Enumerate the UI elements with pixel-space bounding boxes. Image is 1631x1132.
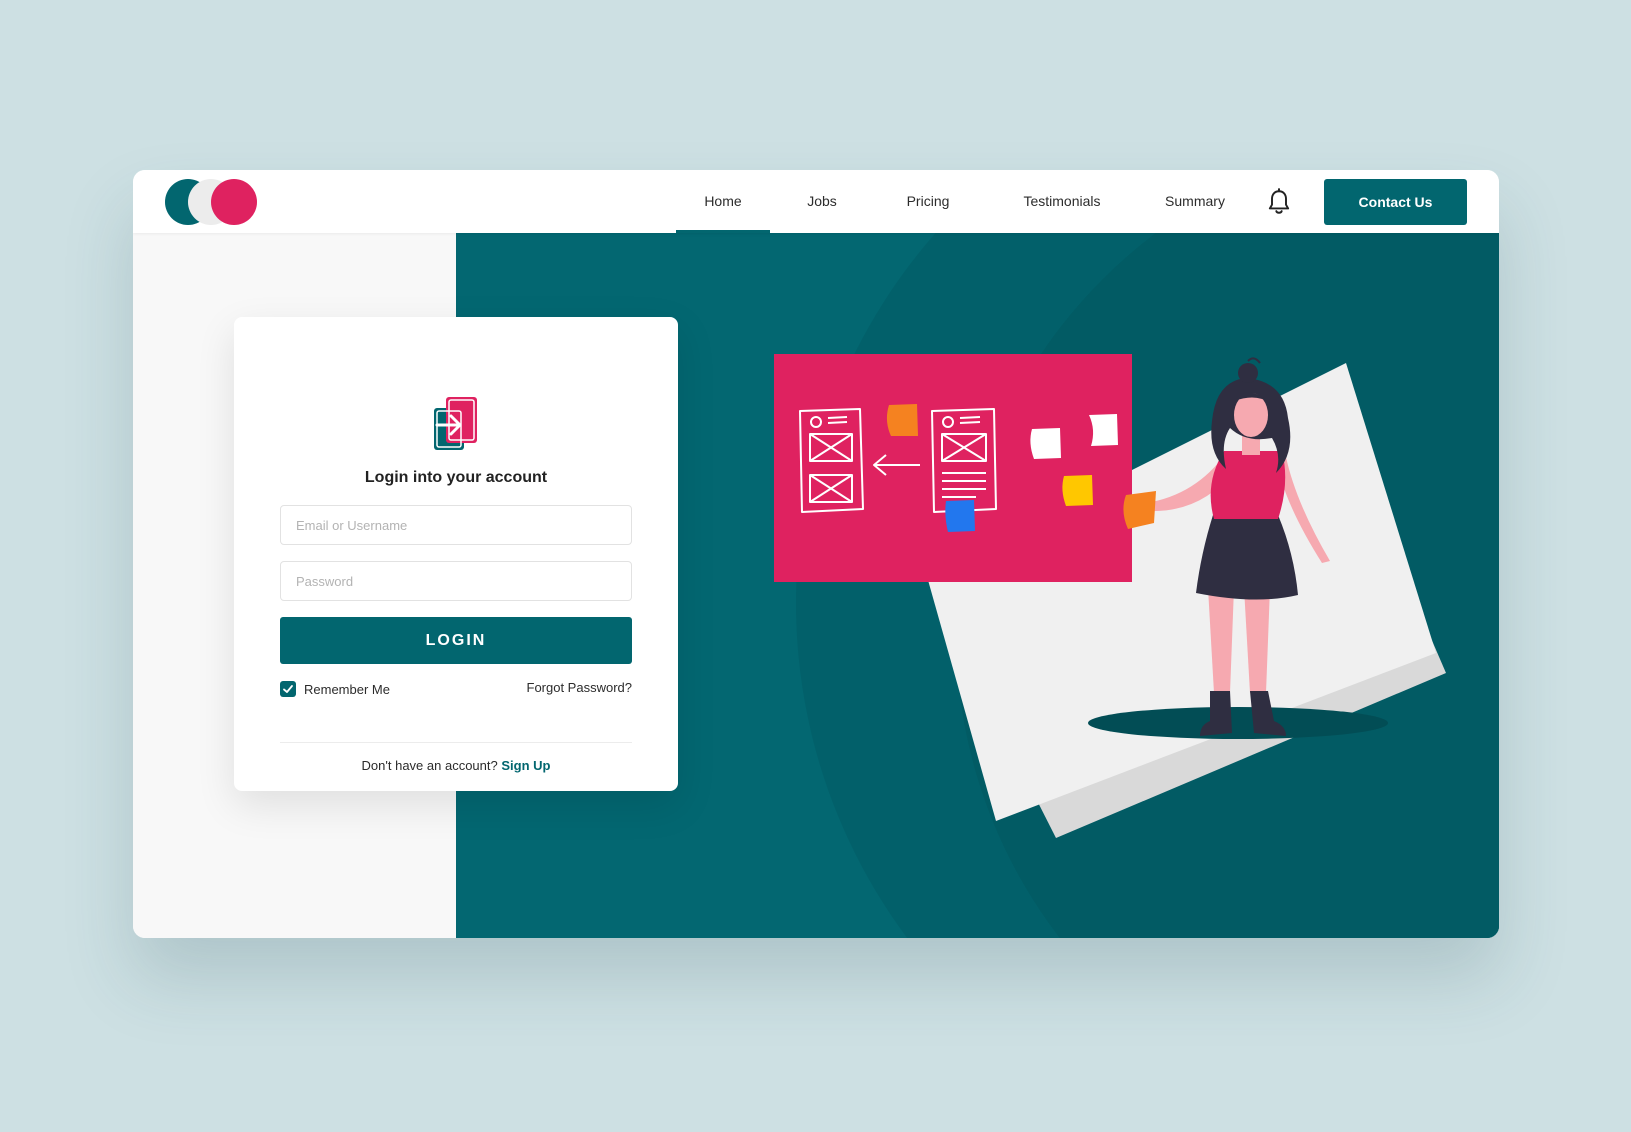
login-title: Login into your account — [364, 469, 548, 486]
nav-item-summary[interactable]: Summary — [1155, 170, 1235, 233]
login-button[interactable]: LOGIN — [280, 617, 632, 664]
main-nav: Home Jobs Pricing Testimonials Summary — [133, 170, 1499, 233]
bell-icon[interactable] — [1266, 188, 1292, 216]
nav-item-jobs[interactable]: Jobs — [798, 170, 846, 233]
nav-item-pricing[interactable]: Pricing — [898, 170, 958, 233]
contact-us-button[interactable]: Contact Us — [1324, 179, 1467, 225]
app-window: Home Jobs Pricing Testimonials Summary C… — [133, 170, 1499, 938]
divider — [280, 742, 632, 743]
forgot-password-link[interactable]: Forgot Password? — [527, 680, 633, 695]
sign-up-link[interactable]: Sign Up — [501, 758, 550, 773]
check-icon — [283, 685, 293, 693]
signup-prompt-text: Don't have an account? — [361, 758, 498, 773]
checkbox[interactable] — [280, 681, 296, 697]
top-navbar: Home Jobs Pricing Testimonials Summary C… — [133, 170, 1499, 233]
email-field[interactable] — [280, 505, 632, 545]
login-card: Login into your account LOGIN Remember M… — [234, 317, 678, 791]
signup-prompt: Don't have an account? Sign Up — [234, 758, 678, 773]
login-icon — [434, 397, 477, 450]
remember-me-label: Remember Me — [304, 682, 390, 697]
nav-item-testimonials[interactable]: Testimonials — [1009, 170, 1115, 233]
nav-item-home[interactable]: Home — [676, 170, 770, 233]
password-field[interactable] — [280, 561, 632, 601]
